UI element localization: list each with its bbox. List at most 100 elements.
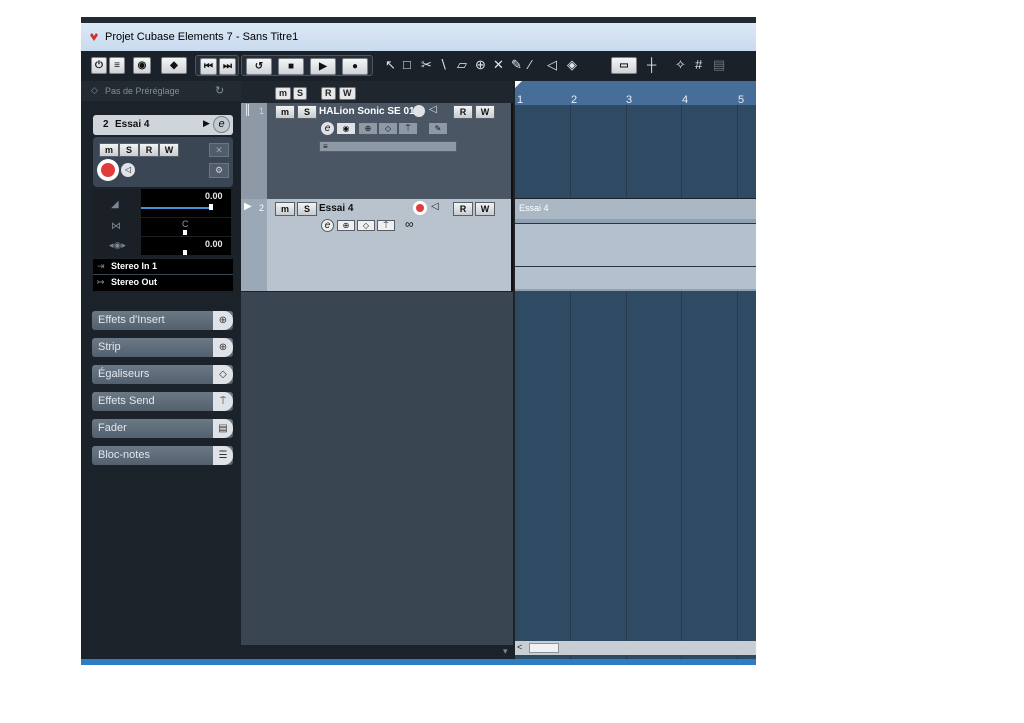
rewind-start-icon[interactable]: ⏮ [200, 58, 217, 75]
event-header[interactable]: Essai 4 [515, 199, 756, 219]
global-write-button[interactable]: W [339, 87, 356, 100]
list-icon[interactable]: ≡ [109, 57, 125, 74]
mute-button[interactable]: m [275, 202, 295, 216]
monitor-icon[interactable]: ◁ [431, 201, 439, 212]
play-icon[interactable]: ▶ [310, 58, 336, 75]
horizontal-scrollbar[interactable]: < [515, 641, 756, 655]
monitor-icon[interactable]: ◁ [429, 104, 437, 115]
edit-channel-icon[interactable]: e [321, 219, 334, 232]
insert-state-icon[interactable]: ⊕ [359, 123, 377, 134]
write-button[interactable]: W [475, 105, 495, 119]
snap-icon[interactable]: ◆ [161, 57, 187, 74]
edit-instrument-icon[interactable]: e [321, 122, 334, 135]
output-routing[interactable]: ↦ Stereo Out [93, 275, 233, 290]
record-enable-button[interactable] [101, 163, 115, 177]
forward-end-icon[interactable]: ⏭ [219, 58, 236, 75]
snap-point-icon[interactable]: ┼ [647, 58, 656, 72]
power-icon[interactable]: ⏻ [91, 57, 107, 74]
inspector-read-button[interactable]: R [139, 143, 159, 157]
global-read-button[interactable]: R [321, 87, 336, 100]
zoom-tool-icon[interactable]: ⊕ [475, 58, 486, 72]
global-mute-button[interactable]: m [275, 87, 292, 100]
scroll-left-icon[interactable]: < [517, 642, 522, 652]
record-enable-button[interactable] [413, 105, 425, 117]
output-icon: ↦ [97, 277, 105, 287]
erase-tool-icon[interactable]: ▱ [457, 58, 467, 72]
settings-gear-icon[interactable]: ⚙ [209, 163, 229, 178]
section-label: Fader [98, 422, 127, 434]
send-state-icon[interactable]: ⍑ [399, 123, 417, 134]
track-row[interactable]: ║ 1 m S HALion Sonic SE 01 ◁ R W e ◉ ⊕ ◇… [241, 103, 513, 200]
grid-icon[interactable]: # [695, 58, 702, 72]
glue-tool-icon[interactable]: ∖ [439, 58, 447, 72]
solo-button[interactable]: S [297, 105, 317, 119]
lane-icon[interactable]: ◉ [337, 123, 355, 134]
inspector-track-name-bar[interactable]: 2 Essai 4 ▶ e [93, 115, 233, 135]
record-enable-button[interactable] [416, 204, 424, 212]
split-tool-icon[interactable]: ✂ [421, 58, 432, 72]
send-icon: ⍑ [213, 392, 233, 411]
section-label: Strip [98, 341, 121, 353]
pointer-tool-icon[interactable]: ↖ [385, 58, 396, 72]
link-icon[interactable]: ∞ [405, 217, 414, 231]
section-bloc-notes[interactable]: Bloc-notes ☰ [92, 446, 233, 465]
draw-tool-icon[interactable]: ✎ [511, 58, 522, 72]
write-button[interactable]: W [475, 202, 495, 216]
track-name[interactable]: HALion Sonic SE 01 [319, 106, 415, 117]
range-tool-icon[interactable]: □ [403, 58, 411, 72]
drum-map-field[interactable]: ≡ [319, 141, 457, 152]
line-tool-icon[interactable]: ∕ [529, 58, 531, 72]
track-color-strip [241, 103, 267, 199]
inspector-solo-button[interactable]: S [119, 143, 139, 157]
insert-state-icon[interactable]: ⊕ [337, 220, 355, 231]
eq-state-icon[interactable]: ◇ [357, 220, 375, 231]
inspector-mute-button[interactable]: m [99, 143, 119, 157]
stop-icon[interactable]: ■ [278, 58, 304, 75]
read-button[interactable]: R [453, 105, 473, 119]
input-routing[interactable]: ⇥ Stereo In 1 [93, 259, 233, 275]
cycle-icon[interactable]: ↺ [246, 58, 272, 75]
track-name[interactable]: Essai 4 [319, 203, 353, 214]
volume-fader-handle[interactable] [209, 204, 213, 210]
pan-handle[interactable] [183, 230, 187, 235]
section-effets-send[interactable]: Effets Send ⍑ [92, 392, 233, 411]
event-body[interactable] [515, 224, 756, 266]
color-tool-icon[interactable]: ◈ [567, 58, 577, 72]
bypass-icon[interactable]: ✕ [209, 143, 229, 157]
input-routing-label: Stereo In 1 [111, 261, 158, 271]
track-row[interactable]: ▶ 2 m S Essai 4 ◁ R W e ⊕ ◇ ⍑ ∞ [241, 199, 513, 292]
volume-fader-track[interactable] [141, 207, 211, 209]
grid-size-icon[interactable]: ▤ [713, 58, 725, 72]
mute-button[interactable]: m [275, 105, 295, 119]
send-state-icon[interactable]: ⍑ [377, 220, 395, 231]
section-egaliseurs[interactable]: Égaliseurs ◇ [92, 365, 233, 384]
preset-bar[interactable]: ◇ Pas de Préréglage ↻ [81, 81, 241, 101]
section-strip[interactable]: Strip ⊕ [92, 338, 233, 357]
section-effets-insert[interactable]: Effets d'Insert ⊕ [92, 311, 233, 330]
record-icon[interactable]: ● [342, 58, 368, 75]
settings-icon[interactable]: ◉ [133, 57, 151, 74]
monitor-icon[interactable]: ◁ [121, 163, 135, 177]
inspector-write-button[interactable]: W [159, 143, 179, 157]
expand-arrow-icon[interactable]: ▶ [203, 118, 210, 129]
quantize-icon[interactable]: ✧ [675, 58, 686, 72]
pencil-icon[interactable]: ✎ [429, 123, 447, 134]
edit-instrument-icon[interactable]: e [213, 116, 230, 133]
scroll-down-icon[interactable]: ▾ [503, 646, 508, 657]
grid-type-icon[interactable]: ▭ [611, 57, 637, 74]
event-body-lower[interactable] [515, 267, 756, 289]
mute-tool-icon[interactable]: ✕ [493, 58, 504, 72]
section-fader[interactable]: Fader ▤ [92, 419, 233, 438]
delay-handle[interactable] [183, 250, 187, 255]
scrollbar-thumb[interactable] [529, 643, 559, 653]
global-solo-button[interactable]: S [293, 87, 308, 100]
ruler[interactable]: 1 2 3 4 5 [515, 81, 756, 106]
eq-state-icon[interactable]: ◇ [379, 123, 397, 134]
play-tool-icon[interactable]: ◁ [547, 58, 557, 72]
left-locator-icon[interactable] [515, 81, 522, 88]
expand-track-icon[interactable]: ▶ [244, 201, 252, 212]
solo-button[interactable]: S [297, 202, 317, 216]
refresh-icon[interactable]: ↻ [215, 84, 224, 97]
read-button[interactable]: R [453, 202, 473, 216]
ruler-mark: 2 [571, 94, 578, 106]
